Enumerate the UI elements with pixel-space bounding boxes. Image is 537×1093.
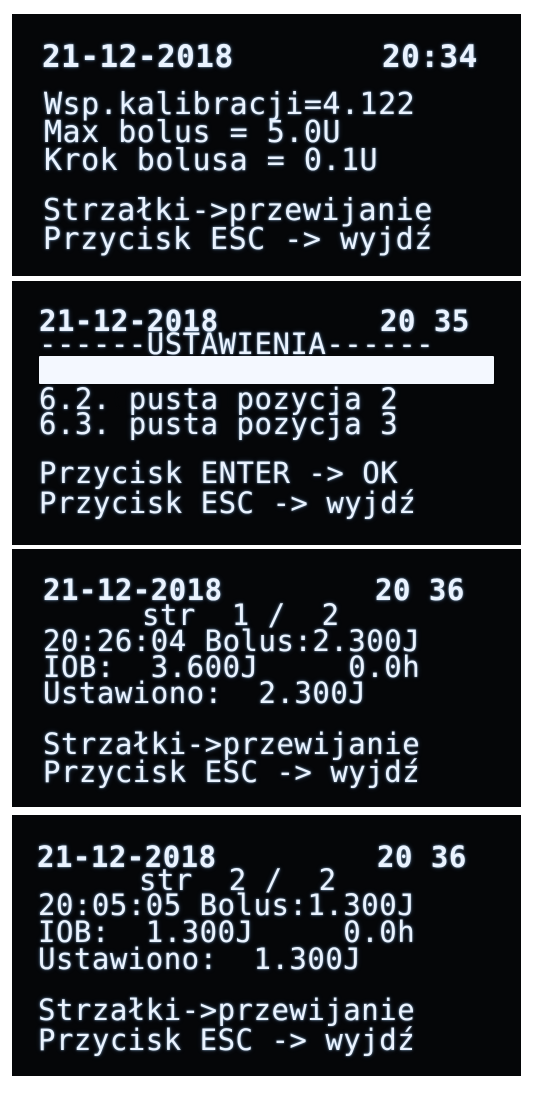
footer-esc-hint: Przycisk ESC -> wyjdź [43, 755, 421, 789]
oled-screen-calibration: 21-12-2018 20:34 Wsp.kalibracji=4.122 Ma… [12, 14, 521, 276]
bolus-step: Krok bolusa = 0.1U [44, 143, 379, 178]
oled-screen-bolus-history-page-1: 21-12-2018 20 36 str 1 / 2 20:26:04 Bolu… [12, 549, 521, 807]
set-value-entry: Ustawiono: 1.300J [38, 942, 362, 976]
menu-item-bluetooth[interactable]: 6.1. Bluetooth [39, 356, 494, 414]
footer-esc-hint: Przycisk ESC -> wyjdź [38, 1023, 416, 1057]
menu-item-empty-3[interactable]: 6.3. pusta pozycja 3 [39, 410, 398, 439]
footer-esc-hint: Przycisk ESC -> wyjdź [43, 222, 433, 257]
time-label: 20 36 [377, 840, 467, 874]
date-label: 21-12-2018 [42, 39, 234, 75]
footer-scroll-hint: Strzałki->przewijanie [38, 993, 416, 1027]
set-value-entry: Ustawiono: 2.300J [43, 676, 367, 710]
settings-title: ------USTAWIENIA------ [39, 327, 435, 361]
footer-esc-hint: Przycisk ESC -> wyjdź [39, 486, 417, 520]
time-label: 20 36 [375, 573, 465, 607]
time-label: 20:34 [382, 39, 478, 75]
footer-enter-hint: Przycisk ENTER -> OK [39, 456, 399, 490]
oled-screen-settings: 21-12-2018 20 35 ------USTAWIENIA------ … [12, 281, 521, 545]
oled-screen-bolus-history-page-2: 21-12-2018 20 36 str 2 / 2 20:05:05 Bolu… [12, 815, 521, 1076]
